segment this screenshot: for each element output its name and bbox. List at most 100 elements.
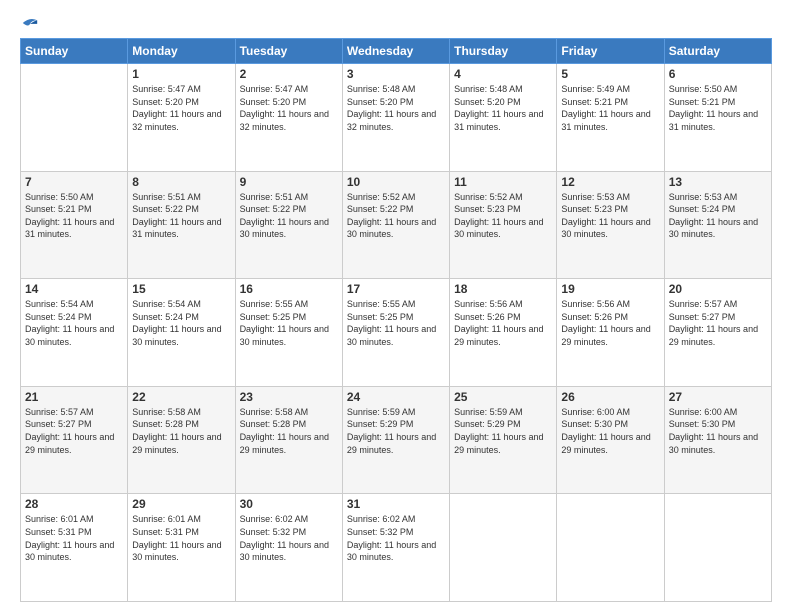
cell-info: Sunrise: 5:53 AM Sunset: 5:23 PM Dayligh… (561, 191, 659, 241)
cell-day-number: 20 (669, 282, 767, 296)
cell-info: Sunrise: 5:50 AM Sunset: 5:21 PM Dayligh… (669, 83, 767, 133)
cell-info: Sunrise: 6:01 AM Sunset: 5:31 PM Dayligh… (25, 513, 123, 563)
calendar-cell: 30 Sunrise: 6:02 AM Sunset: 5:32 PM Dayli… (235, 494, 342, 602)
calendar-cell: 21 Sunrise: 5:57 AM Sunset: 5:27 PM Dayli… (21, 386, 128, 494)
cell-day-number: 30 (240, 497, 338, 511)
calendar-cell: 5Sunrise: 5:49 AM Sunset: 5:21 PM Daylig… (557, 64, 664, 172)
calendar-cell: 20 Sunrise: 5:57 AM Sunset: 5:27 PM Dayli… (664, 279, 771, 387)
cell-info: Sunrise: 5:55 AM Sunset: 5:25 PM Dayligh… (347, 298, 445, 348)
cell-day-number: 27 (669, 390, 767, 404)
cell-day-number: 21 (25, 390, 123, 404)
calendar-table: SundayMondayTuesdayWednesdayThursdayFrid… (20, 38, 772, 602)
calendar-cell: 25Sunrise: 5:59 AM Sunset: 5:29 PM Dayli… (450, 386, 557, 494)
cell-info: Sunrise: 5:56 AM Sunset: 5:26 PM Dayligh… (454, 298, 552, 348)
calendar-header-row: SundayMondayTuesdayWednesdayThursdayFrid… (21, 39, 772, 64)
cell-day-number: 17 (347, 282, 445, 296)
calendar-cell: 31Sunrise: 6:02 AM Sunset: 5:32 PM Dayli… (342, 494, 449, 602)
cell-day-number: 15 (132, 282, 230, 296)
cell-day-number: 24 (347, 390, 445, 404)
calendar-cell (664, 494, 771, 602)
cell-day-number: 28 (25, 497, 123, 511)
calendar-cell: 11 Sunrise: 5:52 AM Sunset: 5:23 PM Dayli… (450, 171, 557, 279)
calendar-cell: 14 Sunrise: 5:54 AM Sunset: 5:24 PM Dayli… (21, 279, 128, 387)
calendar-header-friday: Friday (557, 39, 664, 64)
calendar-cell: 9Sunrise: 5:51 AM Sunset: 5:22 PM Daylig… (235, 171, 342, 279)
logo-icon (21, 16, 39, 30)
calendar-cell: 23 Sunrise: 5:58 AM Sunset: 5:28 PM Dayli… (235, 386, 342, 494)
calendar-cell (450, 494, 557, 602)
cell-info: Sunrise: 5:57 AM Sunset: 5:27 PM Dayligh… (669, 298, 767, 348)
cell-info: Sunrise: 5:48 AM Sunset: 5:20 PM Dayligh… (454, 83, 552, 133)
cell-info: Sunrise: 5:49 AM Sunset: 5:21 PM Dayligh… (561, 83, 659, 133)
cell-day-number: 29 (132, 497, 230, 511)
cell-info: Sunrise: 5:55 AM Sunset: 5:25 PM Dayligh… (240, 298, 338, 348)
calendar-cell: 6 Sunrise: 5:50 AM Sunset: 5:21 PM Daylig… (664, 64, 771, 172)
calendar-cell: 27Sunrise: 6:00 AM Sunset: 5:30 PM Dayli… (664, 386, 771, 494)
calendar-week-row: 28 Sunrise: 6:01 AM Sunset: 5:31 PM Dayli… (21, 494, 772, 602)
calendar-cell: 10 Sunrise: 5:52 AM Sunset: 5:22 PM Dayli… (342, 171, 449, 279)
cell-info: Sunrise: 5:47 AM Sunset: 5:20 PM Dayligh… (240, 83, 338, 133)
cell-day-number: 8 (132, 175, 230, 189)
cell-info: Sunrise: 5:54 AM Sunset: 5:24 PM Dayligh… (132, 298, 230, 348)
cell-info: Sunrise: 5:59 AM Sunset: 5:29 PM Dayligh… (454, 406, 552, 456)
calendar-week-row: 1 Sunrise: 5:47 AM Sunset: 5:20 PM Daylig… (21, 64, 772, 172)
cell-day-number: 18 (454, 282, 552, 296)
cell-day-number: 12 (561, 175, 659, 189)
cell-info: Sunrise: 5:56 AM Sunset: 5:26 PM Dayligh… (561, 298, 659, 348)
cell-day-number: 1 (132, 67, 230, 81)
cell-day-number: 10 (347, 175, 445, 189)
calendar-cell: 19Sunrise: 5:56 AM Sunset: 5:26 PM Dayli… (557, 279, 664, 387)
cell-info: Sunrise: 5:52 AM Sunset: 5:23 PM Dayligh… (454, 191, 552, 241)
calendar-cell (557, 494, 664, 602)
calendar-cell: 8Sunrise: 5:51 AM Sunset: 5:22 PM Daylig… (128, 171, 235, 279)
cell-day-number: 16 (240, 282, 338, 296)
cell-day-number: 6 (669, 67, 767, 81)
cell-info: Sunrise: 5:57 AM Sunset: 5:27 PM Dayligh… (25, 406, 123, 456)
cell-info: Sunrise: 5:48 AM Sunset: 5:20 PM Dayligh… (347, 83, 445, 133)
cell-day-number: 9 (240, 175, 338, 189)
calendar-week-row: 7Sunrise: 5:50 AM Sunset: 5:21 PM Daylig… (21, 171, 772, 279)
calendar-header-saturday: Saturday (664, 39, 771, 64)
calendar-cell: 16 Sunrise: 5:55 AM Sunset: 5:25 PM Dayli… (235, 279, 342, 387)
cell-day-number: 4 (454, 67, 552, 81)
cell-info: Sunrise: 5:53 AM Sunset: 5:24 PM Dayligh… (669, 191, 767, 241)
calendar-cell: 15 Sunrise: 5:54 AM Sunset: 5:24 PM Dayli… (128, 279, 235, 387)
cell-day-number: 13 (669, 175, 767, 189)
calendar-header-tuesday: Tuesday (235, 39, 342, 64)
calendar-cell: 18 Sunrise: 5:56 AM Sunset: 5:26 PM Dayli… (450, 279, 557, 387)
calendar-cell: 28 Sunrise: 6:01 AM Sunset: 5:31 PM Dayli… (21, 494, 128, 602)
cell-info: Sunrise: 6:01 AM Sunset: 5:31 PM Dayligh… (132, 513, 230, 563)
cell-day-number: 7 (25, 175, 123, 189)
calendar-cell: 29 Sunrise: 6:01 AM Sunset: 5:31 PM Dayli… (128, 494, 235, 602)
cell-info: Sunrise: 5:47 AM Sunset: 5:20 PM Dayligh… (132, 83, 230, 133)
cell-info: Sunrise: 6:02 AM Sunset: 5:32 PM Dayligh… (240, 513, 338, 563)
cell-day-number: 26 (561, 390, 659, 404)
header (20, 16, 772, 30)
cell-info: Sunrise: 5:54 AM Sunset: 5:24 PM Dayligh… (25, 298, 123, 348)
cell-info: Sunrise: 5:52 AM Sunset: 5:22 PM Dayligh… (347, 191, 445, 241)
calendar-cell: 17 Sunrise: 5:55 AM Sunset: 5:25 PM Dayli… (342, 279, 449, 387)
cell-day-number: 22 (132, 390, 230, 404)
cell-day-number: 2 (240, 67, 338, 81)
cell-info: Sunrise: 6:00 AM Sunset: 5:30 PM Dayligh… (561, 406, 659, 456)
calendar-header-wednesday: Wednesday (342, 39, 449, 64)
calendar-week-row: 21 Sunrise: 5:57 AM Sunset: 5:27 PM Dayli… (21, 386, 772, 494)
cell-info: Sunrise: 5:58 AM Sunset: 5:28 PM Dayligh… (240, 406, 338, 456)
cell-day-number: 23 (240, 390, 338, 404)
calendar-cell: 3 Sunrise: 5:48 AM Sunset: 5:20 PM Daylig… (342, 64, 449, 172)
logo-text (20, 16, 39, 30)
calendar-week-row: 14 Sunrise: 5:54 AM Sunset: 5:24 PM Dayli… (21, 279, 772, 387)
calendar-cell: 26 Sunrise: 6:00 AM Sunset: 5:30 PM Dayli… (557, 386, 664, 494)
cell-info: Sunrise: 5:59 AM Sunset: 5:29 PM Dayligh… (347, 406, 445, 456)
cell-info: Sunrise: 6:02 AM Sunset: 5:32 PM Dayligh… (347, 513, 445, 563)
calendar-cell: 7Sunrise: 5:50 AM Sunset: 5:21 PM Daylig… (21, 171, 128, 279)
calendar-cell: 22Sunrise: 5:58 AM Sunset: 5:28 PM Dayli… (128, 386, 235, 494)
page: SundayMondayTuesdayWednesdayThursdayFrid… (0, 0, 792, 612)
cell-day-number: 11 (454, 175, 552, 189)
calendar-header-sunday: Sunday (21, 39, 128, 64)
calendar-cell: 4 Sunrise: 5:48 AM Sunset: 5:20 PM Daylig… (450, 64, 557, 172)
calendar-cell: 24 Sunrise: 5:59 AM Sunset: 5:29 PM Dayli… (342, 386, 449, 494)
cell-day-number: 14 (25, 282, 123, 296)
calendar-cell: 2 Sunrise: 5:47 AM Sunset: 5:20 PM Daylig… (235, 64, 342, 172)
cell-day-number: 3 (347, 67, 445, 81)
